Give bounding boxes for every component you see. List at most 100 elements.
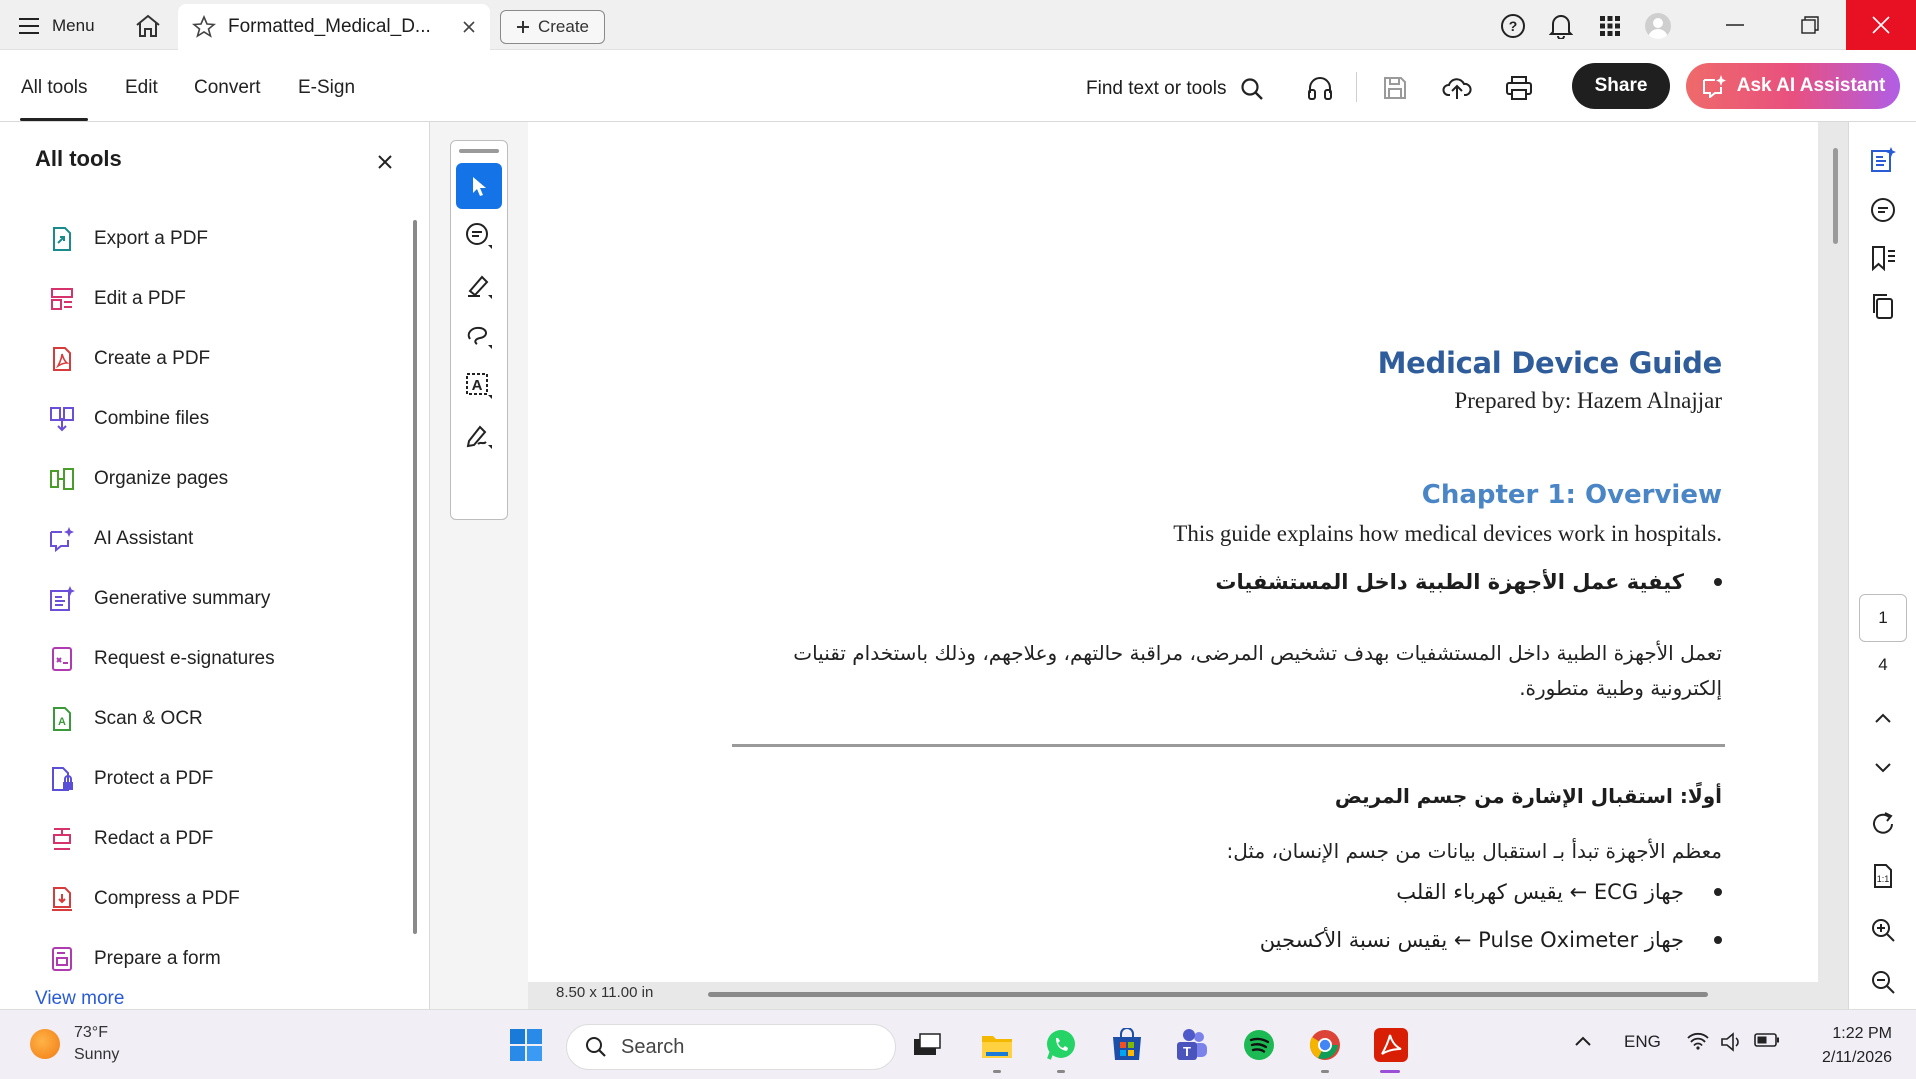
star-icon[interactable]: [192, 15, 216, 39]
page-thumbnails-rail-icon[interactable]: [1865, 288, 1901, 324]
panel-title: All tools: [35, 146, 122, 171]
close-panel-icon[interactable]: [378, 148, 392, 176]
tool-item-label: Edit a PDF: [94, 288, 186, 309]
tool-item-combine-files[interactable]: Combine files: [48, 389, 275, 449]
highlight-tool[interactable]: [456, 263, 502, 309]
hamburger-icon: [19, 18, 39, 34]
volume-icon[interactable]: [1720, 1032, 1744, 1057]
adobe-acrobat-icon[interactable]: [1370, 1024, 1412, 1066]
create-button[interactable]: Create: [500, 10, 605, 44]
draw-freeform-tool[interactable]: [456, 313, 502, 359]
sign-tool[interactable]: [456, 413, 502, 459]
select-cursor-tool[interactable]: [456, 163, 502, 209]
active-tab-indicator: [20, 118, 88, 121]
read-aloud-headphones-icon[interactable]: [1302, 70, 1338, 106]
running-indicator: [1057, 1070, 1065, 1073]
upload-cloud-icon[interactable]: [1439, 70, 1475, 106]
wifi-icon[interactable]: [1686, 1032, 1710, 1055]
find-text-or-tools[interactable]: Find text or tools: [1086, 77, 1264, 101]
tool-item-organize-pages[interactable]: Organize pages: [48, 449, 275, 509]
tab-all-tools[interactable]: All tools: [21, 77, 88, 99]
windows-start-icon[interactable]: [505, 1024, 547, 1066]
previous-page-chevron-up-icon[interactable]: [1865, 700, 1901, 736]
document-tab[interactable]: Formatted_Medical_D...: [178, 4, 490, 50]
fit-page-icon[interactable]: 1:1: [1865, 858, 1901, 894]
teams-icon[interactable]: T: [1170, 1024, 1212, 1066]
bookmarks-rail-icon[interactable]: [1865, 240, 1901, 276]
window-close-button[interactable]: [1846, 0, 1916, 50]
tab-convert[interactable]: Convert: [194, 77, 261, 99]
chrome-icon[interactable]: [1304, 1024, 1346, 1066]
close-tab-icon[interactable]: [462, 20, 476, 34]
bullet-item: جهاز Pulse Oximeter ← يقيس نسبة الأكسجين: [1260, 928, 1722, 952]
search-icon: [1241, 78, 1264, 100]
user-avatar[interactable]: [1638, 8, 1678, 44]
tool-item-label: Create a PDF: [94, 348, 211, 369]
generative-summary-icon: [48, 585, 76, 613]
tool-item-protect-pdf[interactable]: Protect a PDF: [48, 749, 275, 809]
palette-drag-handle[interactable]: [459, 149, 499, 153]
rotate-refresh-icon[interactable]: [1865, 806, 1901, 842]
current-page-input[interactable]: 1: [1859, 594, 1907, 642]
input-language[interactable]: ENG: [1624, 1032, 1661, 1052]
tool-item-edit-pdf[interactable]: Edit a PDF: [48, 269, 275, 329]
document-viewer[interactable]: Medical Device Guide Prepared by: Hazem …: [528, 122, 1848, 1009]
tool-item-prepare-form[interactable]: Prepare a form: [48, 929, 275, 989]
apps-grid-icon[interactable]: [1590, 8, 1630, 44]
taskbar-search[interactable]: Search: [566, 1024, 896, 1070]
microsoft-store-icon[interactable]: [1106, 1024, 1148, 1066]
combine-files-icon: [48, 405, 76, 433]
generative-summary-rail-icon[interactable]: [1865, 142, 1901, 178]
create-label: Create: [537, 17, 590, 36]
menu-button[interactable]: Menu: [18, 12, 95, 40]
bullet-dot: [1714, 936, 1722, 944]
system-clock[interactable]: 1:22 PM 2/11/2026: [1808, 1022, 1892, 1070]
home-icon[interactable]: [133, 11, 163, 41]
share-button[interactable]: Share: [1572, 63, 1670, 109]
panel-scrollbar[interactable]: [413, 220, 417, 934]
tool-item-request-esignatures[interactable]: Request e-signatures: [48, 629, 275, 689]
weather-widget[interactable]: 73°F Sunny: [30, 1022, 119, 1066]
create-pdf-icon: [48, 345, 76, 373]
windows-taskbar: 73°F Sunny Search T ENG 1:22 PM 2/11/202…: [0, 1009, 1916, 1079]
file-explorer-icon[interactable]: [976, 1024, 1018, 1066]
tool-item-compress-pdf[interactable]: Compress a PDF: [48, 869, 275, 929]
svg-text:A: A: [472, 377, 483, 394]
add-text-tool[interactable]: A: [456, 363, 502, 409]
tool-item-scan-ocr[interactable]: A Scan & OCR: [48, 689, 275, 749]
battery-icon[interactable]: [1754, 1032, 1780, 1053]
show-hidden-icons-chevron[interactable]: [1574, 1032, 1592, 1052]
document-horizontal-scrollbar[interactable]: [708, 992, 1708, 997]
next-page-chevron-down-icon[interactable]: [1865, 750, 1901, 786]
tool-item-export-pdf[interactable]: Export a PDF: [48, 209, 275, 269]
help-icon[interactable]: ?: [1493, 8, 1533, 44]
save-icon[interactable]: [1377, 70, 1413, 106]
zoom-out-icon[interactable]: [1865, 964, 1901, 1000]
tab-esign[interactable]: E-Sign: [298, 77, 355, 99]
export-pdf-icon: [48, 225, 76, 253]
tool-item-label: Organize pages: [94, 468, 229, 489]
pdf-page[interactable]: Medical Device Guide Prepared by: Hazem …: [528, 122, 1818, 982]
bullet-text: جهاز ECG ← يقيس كهرباء القلب: [1396, 880, 1684, 904]
tool-item-redact-pdf[interactable]: Redact a PDF: [48, 809, 275, 869]
zoom-in-icon[interactable]: [1865, 912, 1901, 948]
notifications-bell-icon[interactable]: [1541, 8, 1581, 44]
comments-rail-icon[interactable]: [1865, 192, 1901, 228]
print-icon[interactable]: [1501, 70, 1537, 106]
tab-edit[interactable]: Edit: [125, 77, 158, 99]
minimize-button[interactable]: [1700, 0, 1770, 50]
tool-item-generative-summary[interactable]: Generative summary: [48, 569, 275, 629]
paragraph-text: تعمل الأجهزة الطبية داخل المستشفيات بهدف…: [793, 641, 1722, 700]
whatsapp-icon[interactable]: [1040, 1024, 1082, 1066]
document-vertical-scrollbar[interactable]: [1833, 148, 1838, 244]
tool-item-ai-assistant[interactable]: AI Assistant: [48, 509, 275, 569]
spotify-icon[interactable]: [1238, 1024, 1280, 1066]
paragraph-text: معظم الأجهزة تبدأ بـ استقبال بيانات من ج…: [1226, 839, 1722, 863]
add-comment-tool[interactable]: [456, 213, 502, 259]
view-more-link[interactable]: View more: [35, 988, 124, 1009]
tool-item-create-pdf[interactable]: Create a PDF: [48, 329, 275, 389]
task-view-icon[interactable]: [906, 1024, 948, 1066]
ask-ai-assistant-button[interactable]: Ask AI Assistant: [1686, 63, 1900, 109]
lasso-icon: [467, 326, 492, 349]
restore-button[interactable]: [1775, 0, 1845, 50]
